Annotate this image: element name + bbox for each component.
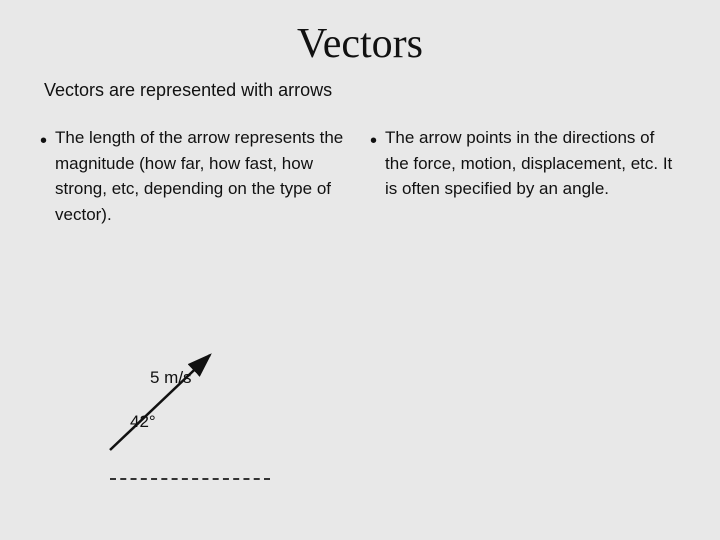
speed-label: 5 m/s	[150, 368, 192, 388]
bullet-left: • The length of the arrow represents the…	[40, 125, 350, 227]
bullet-right-symbol: •	[370, 126, 377, 202]
left-column: • The length of the arrow represents the…	[40, 125, 350, 227]
dashed-baseline	[110, 478, 270, 480]
diagram-area: 5 m/s 42°	[80, 330, 300, 490]
right-column: • The arrow points in the directions of …	[370, 125, 680, 227]
slide-subtitle: Vectors are represented with arrows	[44, 80, 680, 101]
slide-title: Vectors	[40, 20, 680, 68]
bullet-left-text: The length of the arrow represents the m…	[55, 125, 350, 227]
slide: Vectors Vectors are represented with arr…	[0, 0, 720, 540]
content-area: • The length of the arrow represents the…	[40, 125, 680, 227]
bullet-right: • The arrow points in the directions of …	[370, 125, 680, 202]
angle-label: 42°	[130, 412, 156, 432]
vector-arrow-svg	[80, 330, 280, 480]
bullet-right-text: The arrow points in the directions of th…	[385, 125, 680, 202]
bullet-left-symbol: •	[40, 126, 47, 227]
